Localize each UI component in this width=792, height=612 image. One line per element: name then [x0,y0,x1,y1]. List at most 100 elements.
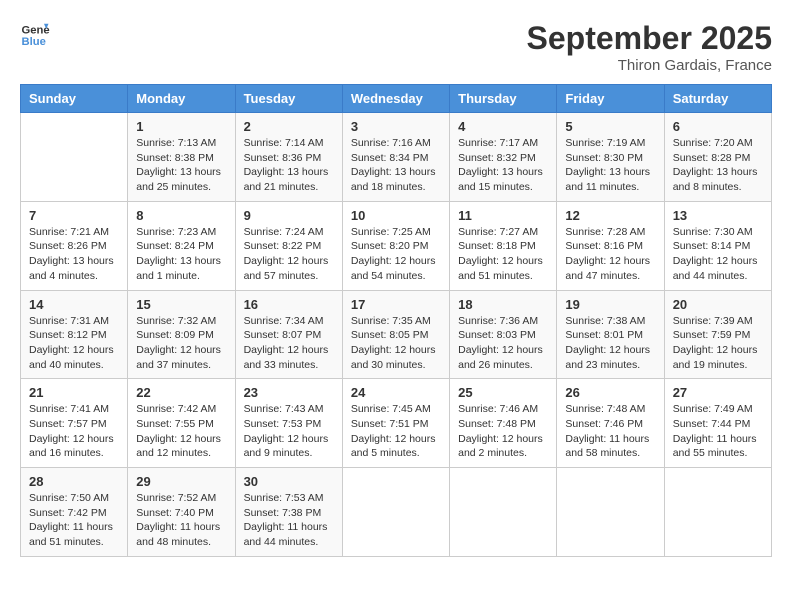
day-number: 15 [136,297,226,312]
calendar-cell: 1 Sunrise: 7:13 AMSunset: 8:38 PMDayligh… [128,113,235,202]
calendar-cell: 20 Sunrise: 7:39 AMSunset: 7:59 PMDaylig… [664,290,771,379]
day-number: 11 [458,208,548,223]
logo: General Blue [20,20,50,50]
header-monday: Monday [128,85,235,113]
day-info: Sunrise: 7:46 AMSunset: 7:48 PMDaylight:… [458,402,548,461]
calendar-cell: 8 Sunrise: 7:23 AMSunset: 8:24 PMDayligh… [128,201,235,290]
calendar-cell [664,468,771,557]
day-info: Sunrise: 7:32 AMSunset: 8:09 PMDaylight:… [136,314,226,373]
calendar-cell: 7 Sunrise: 7:21 AMSunset: 8:26 PMDayligh… [21,201,128,290]
calendar-cell: 13 Sunrise: 7:30 AMSunset: 8:14 PMDaylig… [664,201,771,290]
calendar-cell: 9 Sunrise: 7:24 AMSunset: 8:22 PMDayligh… [235,201,342,290]
day-number: 12 [565,208,655,223]
day-number: 19 [565,297,655,312]
day-info: Sunrise: 7:38 AMSunset: 8:01 PMDaylight:… [565,314,655,373]
day-number: 14 [29,297,119,312]
day-number: 21 [29,385,119,400]
day-number: 6 [673,119,763,134]
page-header: General Blue September 2025 Thiron Garda… [20,20,772,74]
day-info: Sunrise: 7:14 AMSunset: 8:36 PMDaylight:… [244,136,334,195]
day-number: 2 [244,119,334,134]
calendar-week-row: 21 Sunrise: 7:41 AMSunset: 7:57 PMDaylig… [21,379,772,468]
calendar-cell: 23 Sunrise: 7:43 AMSunset: 7:53 PMDaylig… [235,379,342,468]
day-number: 1 [136,119,226,134]
day-number: 4 [458,119,548,134]
day-number: 7 [29,208,119,223]
day-number: 17 [351,297,441,312]
day-info: Sunrise: 7:13 AMSunset: 8:38 PMDaylight:… [136,136,226,195]
calendar-cell: 12 Sunrise: 7:28 AMSunset: 8:16 PMDaylig… [557,201,664,290]
day-number: 24 [351,385,441,400]
calendar-cell: 25 Sunrise: 7:46 AMSunset: 7:48 PMDaylig… [450,379,557,468]
day-number: 3 [351,119,441,134]
day-info: Sunrise: 7:31 AMSunset: 8:12 PMDaylight:… [29,314,119,373]
day-info: Sunrise: 7:30 AMSunset: 8:14 PMDaylight:… [673,225,763,284]
calendar-cell: 2 Sunrise: 7:14 AMSunset: 8:36 PMDayligh… [235,113,342,202]
day-number: 25 [458,385,548,400]
header-thursday: Thursday [450,85,557,113]
day-info: Sunrise: 7:42 AMSunset: 7:55 PMDaylight:… [136,402,226,461]
day-info: Sunrise: 7:27 AMSunset: 8:18 PMDaylight:… [458,225,548,284]
calendar-week-row: 7 Sunrise: 7:21 AMSunset: 8:26 PMDayligh… [21,201,772,290]
day-info: Sunrise: 7:21 AMSunset: 8:26 PMDaylight:… [29,225,119,284]
calendar-cell: 30 Sunrise: 7:53 AMSunset: 7:38 PMDaylig… [235,468,342,557]
location-subtitle: Thiron Gardais, France [527,57,772,74]
header-sunday: Sunday [21,85,128,113]
calendar-cell [21,113,128,202]
calendar-cell: 29 Sunrise: 7:52 AMSunset: 7:40 PMDaylig… [128,468,235,557]
day-info: Sunrise: 7:39 AMSunset: 7:59 PMDaylight:… [673,314,763,373]
logo-icon: General Blue [20,20,50,50]
calendar-cell [342,468,449,557]
calendar-cell: 21 Sunrise: 7:41 AMSunset: 7:57 PMDaylig… [21,379,128,468]
month-title: September 2025 [527,20,772,57]
day-number: 8 [136,208,226,223]
day-number: 22 [136,385,226,400]
calendar-cell: 5 Sunrise: 7:19 AMSunset: 8:30 PMDayligh… [557,113,664,202]
day-info: Sunrise: 7:24 AMSunset: 8:22 PMDaylight:… [244,225,334,284]
day-number: 29 [136,474,226,489]
day-info: Sunrise: 7:35 AMSunset: 8:05 PMDaylight:… [351,314,441,373]
day-info: Sunrise: 7:28 AMSunset: 8:16 PMDaylight:… [565,225,655,284]
calendar-cell: 3 Sunrise: 7:16 AMSunset: 8:34 PMDayligh… [342,113,449,202]
header-saturday: Saturday [664,85,771,113]
calendar-week-row: 28 Sunrise: 7:50 AMSunset: 7:42 PMDaylig… [21,468,772,557]
calendar-cell: 27 Sunrise: 7:49 AMSunset: 7:44 PMDaylig… [664,379,771,468]
calendar-cell: 11 Sunrise: 7:27 AMSunset: 8:18 PMDaylig… [450,201,557,290]
calendar-week-row: 1 Sunrise: 7:13 AMSunset: 8:38 PMDayligh… [21,113,772,202]
day-number: 28 [29,474,119,489]
calendar-cell: 17 Sunrise: 7:35 AMSunset: 8:05 PMDaylig… [342,290,449,379]
day-info: Sunrise: 7:45 AMSunset: 7:51 PMDaylight:… [351,402,441,461]
day-info: Sunrise: 7:34 AMSunset: 8:07 PMDaylight:… [244,314,334,373]
svg-text:Blue: Blue [22,36,46,48]
day-number: 27 [673,385,763,400]
day-info: Sunrise: 7:16 AMSunset: 8:34 PMDaylight:… [351,136,441,195]
day-info: Sunrise: 7:20 AMSunset: 8:28 PMDaylight:… [673,136,763,195]
day-info: Sunrise: 7:23 AMSunset: 8:24 PMDaylight:… [136,225,226,284]
header-friday: Friday [557,85,664,113]
day-number: 16 [244,297,334,312]
day-info: Sunrise: 7:17 AMSunset: 8:32 PMDaylight:… [458,136,548,195]
day-number: 5 [565,119,655,134]
day-info: Sunrise: 7:50 AMSunset: 7:42 PMDaylight:… [29,491,119,550]
calendar-cell: 6 Sunrise: 7:20 AMSunset: 8:28 PMDayligh… [664,113,771,202]
calendar-cell: 16 Sunrise: 7:34 AMSunset: 8:07 PMDaylig… [235,290,342,379]
day-info: Sunrise: 7:52 AMSunset: 7:40 PMDaylight:… [136,491,226,550]
day-info: Sunrise: 7:41 AMSunset: 7:57 PMDaylight:… [29,402,119,461]
day-info: Sunrise: 7:36 AMSunset: 8:03 PMDaylight:… [458,314,548,373]
day-number: 18 [458,297,548,312]
day-number: 20 [673,297,763,312]
day-info: Sunrise: 7:49 AMSunset: 7:44 PMDaylight:… [673,402,763,461]
calendar-cell: 4 Sunrise: 7:17 AMSunset: 8:32 PMDayligh… [450,113,557,202]
day-number: 10 [351,208,441,223]
header-wednesday: Wednesday [342,85,449,113]
calendar-cell: 24 Sunrise: 7:45 AMSunset: 7:51 PMDaylig… [342,379,449,468]
day-info: Sunrise: 7:48 AMSunset: 7:46 PMDaylight:… [565,402,655,461]
day-number: 26 [565,385,655,400]
calendar-week-row: 14 Sunrise: 7:31 AMSunset: 8:12 PMDaylig… [21,290,772,379]
calendar-cell: 26 Sunrise: 7:48 AMSunset: 7:46 PMDaylig… [557,379,664,468]
calendar-cell: 10 Sunrise: 7:25 AMSunset: 8:20 PMDaylig… [342,201,449,290]
calendar-table: Sunday Monday Tuesday Wednesday Thursday… [20,84,772,557]
calendar-cell [450,468,557,557]
day-info: Sunrise: 7:43 AMSunset: 7:53 PMDaylight:… [244,402,334,461]
header-tuesday: Tuesday [235,85,342,113]
